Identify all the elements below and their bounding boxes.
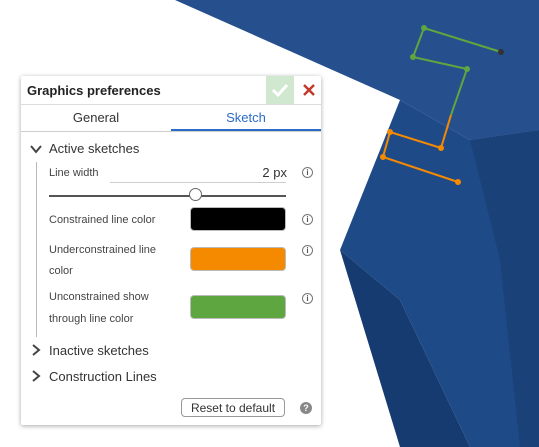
reset-to-default-button[interactable]: Reset to default — [181, 398, 285, 417]
constrained-color-label: Constrained line color — [49, 214, 156, 226]
tab-sketch[interactable]: Sketch — [171, 106, 321, 131]
info-icon[interactable]: i — [302, 214, 313, 225]
panel-tabs: General Sketch — [21, 106, 321, 132]
info-icon[interactable]: i — [302, 245, 313, 256]
line-width-slider[interactable] — [49, 195, 286, 197]
close-icon — [303, 84, 315, 96]
line-width-value[interactable]: 2 px — [251, 165, 287, 180]
info-icon[interactable]: i — [302, 293, 313, 304]
chevron-right-icon[interactable] — [31, 370, 41, 382]
section-inactive-sketches[interactable]: Inactive sketches — [49, 343, 149, 358]
unconstrained-color-label: Unconstrained show — [49, 291, 149, 303]
underconstrained-color-label-2: color — [49, 265, 73, 277]
chevron-right-icon[interactable] — [31, 344, 41, 356]
tab-general[interactable]: General — [21, 106, 171, 131]
section-guide-line — [36, 162, 37, 337]
line-width-underline — [110, 182, 286, 183]
underconstrained-color-swatch[interactable] — [190, 247, 286, 271]
line-width-label: Line width — [49, 167, 99, 179]
chevron-down-icon[interactable] — [30, 144, 42, 154]
close-button[interactable] — [297, 78, 321, 102]
accept-button[interactable] — [266, 76, 294, 104]
line-width-slider-handle[interactable] — [189, 188, 203, 201]
panel-header: Graphics preferences — [21, 76, 321, 105]
constrained-color-swatch[interactable] — [190, 207, 286, 231]
panel-title: Graphics preferences — [27, 83, 161, 98]
unconstrained-color-label-2: through line color — [49, 313, 134, 325]
underconstrained-color-label: Underconstrained line — [49, 244, 157, 256]
section-construction-lines[interactable]: Construction Lines — [49, 369, 157, 384]
unconstrained-color-swatch[interactable] — [190, 295, 286, 319]
graphics-preferences-panel: Graphics preferences General Sketch Acti… — [21, 76, 321, 425]
info-icon[interactable]: i — [302, 167, 313, 178]
check-icon — [272, 83, 288, 97]
section-active-sketches[interactable]: Active sketches — [49, 141, 139, 156]
help-icon[interactable]: ? — [300, 402, 312, 414]
